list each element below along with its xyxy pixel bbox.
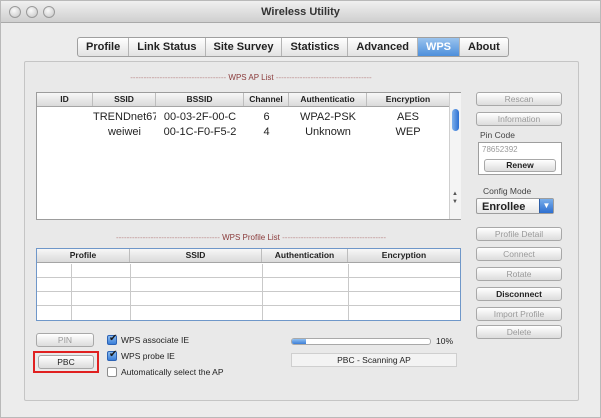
wps-probe-ie-checkbox[interactable] xyxy=(107,349,117,361)
cell-encryption: WEP xyxy=(395,126,421,138)
delete-button[interactable]: Delete xyxy=(476,325,562,339)
import-profile-button[interactable]: Import Profile xyxy=(476,307,562,321)
wps-profile-list-title: WPS Profile List xyxy=(222,233,280,242)
grid-line xyxy=(71,264,72,320)
column-header-ssid[interactable]: SSID xyxy=(130,249,262,262)
tab-bar: Profile Link Status Site Survey Statisti… xyxy=(77,37,509,57)
wps-profile-list-header: --------------------------------------- … xyxy=(115,233,387,242)
table-row[interactable] xyxy=(37,278,460,292)
wps-associate-ie-label: WPS associate IE xyxy=(121,335,190,345)
connect-button[interactable]: Connect xyxy=(476,247,562,261)
column-header-authentication[interactable]: Authentication xyxy=(262,249,348,262)
profile-table-header: Profile SSID Authentication Encryption xyxy=(37,249,460,263)
profile-detail-button[interactable]: Profile Detail xyxy=(476,227,562,241)
cell-ssid: TRENDnet670 xyxy=(93,111,156,123)
cell-authentication: WPA2-PSK xyxy=(299,111,357,123)
rotate-button[interactable]: Rotate xyxy=(476,267,562,281)
column-header-channel[interactable]: Channel xyxy=(244,93,289,106)
cell-id xyxy=(37,110,93,124)
ap-table-header: ID SSID BSSID Channel Authenticatio Encr… xyxy=(37,93,449,107)
column-header-profile[interactable]: Profile xyxy=(37,249,130,262)
cell-channel: 4 xyxy=(263,126,270,138)
cell-ssid: weiwei xyxy=(107,126,141,138)
column-header-authentication[interactable]: Authenticatio xyxy=(289,93,367,106)
scroll-up-arrow-icon[interactable]: ▲ xyxy=(452,191,458,197)
tab-link-status[interactable]: Link Status xyxy=(129,38,206,56)
pin-code-label: Pin Code xyxy=(480,130,515,140)
wps-profile-list-table[interactable]: Profile SSID Authentication Encryption xyxy=(36,248,461,321)
column-header-encryption[interactable]: Encryption xyxy=(367,93,449,106)
grid-line xyxy=(262,264,263,320)
cell-bssid: 00-03-2F-00-C xyxy=(163,111,237,123)
cell-bssid: 00-1C-F0-F5-2 xyxy=(163,126,237,138)
column-header-ssid[interactable]: SSID xyxy=(93,93,156,106)
tab-site-survey[interactable]: Site Survey xyxy=(206,38,283,56)
cell-channel: 6 xyxy=(263,111,270,123)
table-row[interactable] xyxy=(37,306,460,320)
renew-button[interactable]: Renew xyxy=(484,159,556,172)
chevron-down-icon: ▼ xyxy=(539,199,553,213)
cell-encryption: AES xyxy=(396,111,419,123)
column-header-id[interactable]: ID xyxy=(37,93,93,106)
wps-ap-list-table[interactable]: ID SSID BSSID Channel Authenticatio Encr… xyxy=(36,92,461,220)
grid-line xyxy=(348,264,349,320)
pin-code-value: 78652392 xyxy=(482,145,518,154)
cell-authentication: Unknown xyxy=(305,126,351,138)
tab-statistics[interactable]: Statistics xyxy=(282,38,349,56)
disconnect-button[interactable]: Disconnect xyxy=(476,287,562,301)
grid-line xyxy=(130,264,131,320)
table-row[interactable]: weiwei 00-1C-F0-F5-2 4 Unknown WEP xyxy=(37,125,449,139)
wps-probe-ie-label: WPS probe IE xyxy=(121,351,175,361)
column-header-encryption[interactable]: Encryption xyxy=(348,249,460,262)
ap-list-scroll-thumb[interactable] xyxy=(452,109,459,131)
scroll-down-arrow-icon[interactable]: ▼ xyxy=(452,199,458,205)
table-row[interactable] xyxy=(37,264,460,278)
pin-code-box: 78652392 Renew xyxy=(478,142,562,175)
cell-id xyxy=(37,125,93,139)
config-mode-label: Config Mode xyxy=(483,186,532,196)
pin-button[interactable]: PIN xyxy=(36,333,94,347)
tab-wps[interactable]: WPS xyxy=(417,38,461,56)
tab-advanced[interactable]: Advanced xyxy=(348,38,418,56)
config-mode-value: Enrollee xyxy=(482,201,526,213)
wps-progress-bar xyxy=(291,338,431,345)
auto-select-ap-label: Automatically select the AP xyxy=(121,367,224,377)
table-row[interactable] xyxy=(37,292,460,306)
rescan-button[interactable]: Rescan xyxy=(476,92,562,106)
column-header-bssid[interactable]: BSSID xyxy=(156,93,244,106)
table-row[interactable]: TRENDnet670 00-03-2F-00-C 6 WPA2-PSK AES xyxy=(37,110,449,124)
wps-progress-fill xyxy=(292,339,306,344)
tab-profile[interactable]: Profile xyxy=(78,38,130,56)
wps-ap-list-header: ------------------------------------ WPS… xyxy=(130,73,372,82)
wps-status-text: PBC - Scanning AP xyxy=(291,353,457,367)
title-bar: Wireless Utility xyxy=(1,1,600,23)
wireless-utility-window: Wireless Utility Profile Link Status Sit… xyxy=(0,0,601,418)
window-title: Wireless Utility xyxy=(261,6,340,18)
wps-associate-ie-checkbox[interactable] xyxy=(107,333,117,345)
auto-select-ap-checkbox[interactable] xyxy=(107,367,117,377)
wps-progress-percent: 10% xyxy=(436,336,454,346)
tab-about[interactable]: About xyxy=(460,38,508,56)
config-mode-select[interactable]: Enrollee ▼ xyxy=(476,198,554,214)
information-button[interactable]: Information xyxy=(476,112,562,126)
wps-panel: ------------------------------------ WPS… xyxy=(24,61,579,401)
pbc-highlight-frame xyxy=(33,351,99,373)
wps-ap-list-title: WPS AP List xyxy=(228,73,274,82)
ap-list-scrollbar[interactable]: ▲ ▼ xyxy=(449,93,461,219)
